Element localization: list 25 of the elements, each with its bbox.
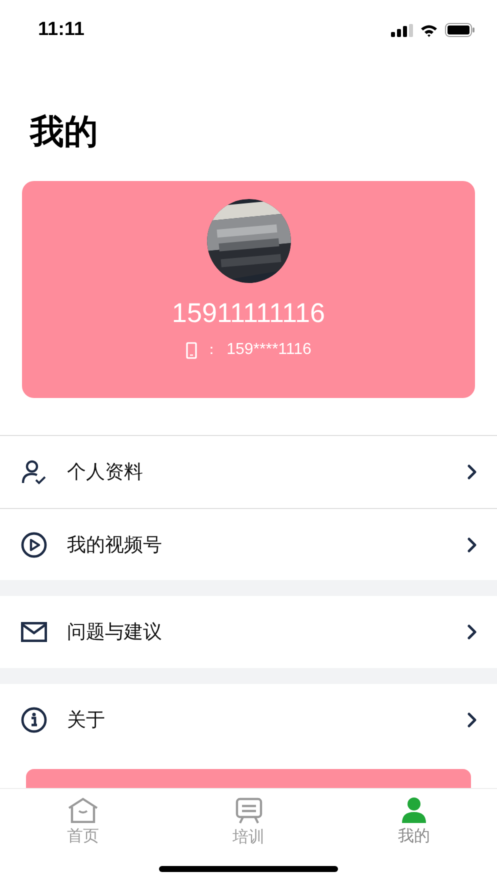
profile-name: 15911111116 xyxy=(172,297,326,330)
menu-item[interactable]: 关于 xyxy=(0,684,497,756)
chevron-right-icon xyxy=(467,464,477,480)
wifi-icon xyxy=(420,24,438,36)
chevron-right-icon xyxy=(467,624,477,640)
menu-item[interactable]: 个人资料 xyxy=(0,436,497,508)
phone-icon xyxy=(186,342,197,358)
play-circle-icon xyxy=(21,532,47,558)
chevron-right-icon xyxy=(467,712,477,728)
page-title: 我的 xyxy=(30,111,99,154)
menu-item[interactable]: 我的视频号 xyxy=(0,508,497,580)
phone-separator: ： xyxy=(204,341,219,359)
battery-icon xyxy=(445,23,475,37)
presentation-board-icon xyxy=(234,797,262,824)
person-icon xyxy=(402,797,426,823)
phone-number: 159****1116 xyxy=(226,341,312,359)
user-check-icon xyxy=(21,459,47,485)
info-icon xyxy=(21,707,47,733)
tab[interactable]: 我的 xyxy=(331,797,497,851)
signal-icon xyxy=(391,24,413,36)
home-icon xyxy=(66,797,99,823)
status-time: 11:11 xyxy=(38,19,84,41)
chevron-right-icon xyxy=(467,536,477,552)
mail-icon xyxy=(21,622,47,642)
menu-item[interactable]: 问题与建议 xyxy=(0,596,497,668)
